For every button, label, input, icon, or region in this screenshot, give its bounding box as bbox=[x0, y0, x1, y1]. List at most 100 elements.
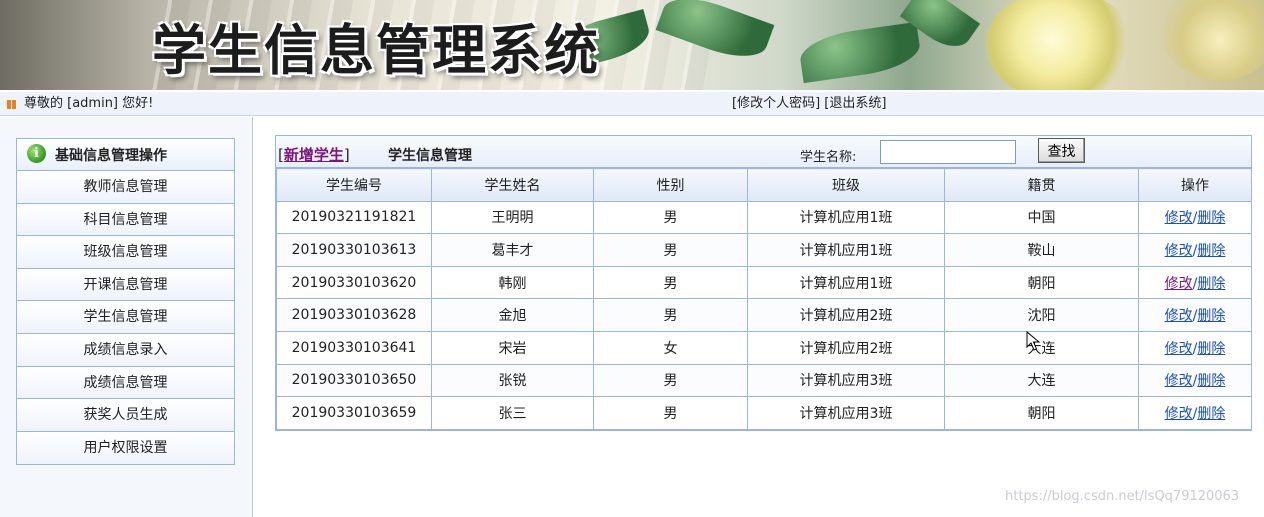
add-student-link[interactable]: 新增学生 bbox=[284, 146, 344, 164]
column-header-class: 班级 bbox=[747, 168, 945, 202]
search-label: 学生名称: bbox=[800, 150, 857, 165]
sidebar-item-awards[interactable]: 获奖人员生成 bbox=[17, 399, 234, 432]
cell-origin: 朝阳 bbox=[944, 265, 1139, 300]
table-row: 20190321191821 王明明男计算机应用1班 中国 修改/删除 bbox=[276, 200, 1252, 235]
rose-decoration bbox=[1160, 0, 1264, 80]
cell-actions: 修改/删除 bbox=[1138, 363, 1252, 398]
cell-origin: 朝阳 bbox=[944, 396, 1139, 430]
panel-toolbar: [新增学生] 学生信息管理 学生名称: 查找 bbox=[276, 136, 1251, 168]
delete-link[interactable]: 删除 bbox=[1197, 243, 1225, 259]
student-name-search-input[interactable] bbox=[880, 140, 1016, 164]
sidebar-item-courses[interactable]: 开课信息管理 bbox=[17, 268, 234, 302]
edit-link[interactable]: 修改 bbox=[1165, 373, 1193, 389]
cell-actions: 修改/删除 bbox=[1138, 330, 1252, 365]
edit-link[interactable]: 修改 bbox=[1165, 308, 1193, 324]
cell-student-id: 20190330103628 bbox=[276, 298, 432, 332]
cell-student-name: 葛丰才 bbox=[431, 233, 594, 267]
edit-link[interactable]: 修改 bbox=[1165, 243, 1193, 259]
column-header-actions: 操作 bbox=[1138, 168, 1252, 202]
student-table: 学生编号 学生姓名 性别 班级 籍贯 操作 20190321191821 王明明男… bbox=[276, 168, 1252, 430]
cell-actions: 修改/删除 bbox=[1138, 200, 1252, 235]
change-password-link[interactable]: [修改个人密码] bbox=[732, 96, 820, 111]
cell-student-name: 金旭 bbox=[431, 298, 594, 332]
cell-gender: 女 bbox=[593, 330, 748, 365]
panel-title: 学生信息管理 bbox=[388, 148, 472, 164]
cell-gender: 男 bbox=[593, 233, 748, 267]
bracket-close: ] bbox=[343, 146, 350, 164]
sidebar-item-teachers[interactable]: 教师信息管理 bbox=[17, 171, 234, 204]
cell-student-id: 20190330103613 bbox=[276, 233, 432, 267]
cell-class: 计算机应用1班 bbox=[747, 265, 945, 300]
cell-student-id: 20190330103659 bbox=[276, 396, 432, 430]
cell-student-name: 宋岩 bbox=[431, 330, 594, 365]
cell-student-name: 张锐 bbox=[431, 363, 594, 398]
cell-gender: 男 bbox=[593, 265, 748, 300]
delete-link[interactable]: 删除 bbox=[1197, 308, 1225, 324]
top-info-bar: 尊敬的 [admin] 您好! [修改个人密码] [退出系统] bbox=[0, 92, 1264, 116]
cell-gender: 男 bbox=[593, 396, 748, 430]
search-button[interactable]: 查找 bbox=[1038, 138, 1085, 163]
column-header-id: 学生编号 bbox=[276, 168, 432, 202]
cell-gender: 男 bbox=[593, 200, 748, 235]
edit-link[interactable]: 修改 bbox=[1165, 341, 1193, 357]
cell-actions: 修改/删除 bbox=[1138, 233, 1252, 267]
cell-gender: 男 bbox=[593, 298, 748, 332]
cell-student-name: 王明明 bbox=[431, 200, 594, 235]
sidebar-header: i 基础信息管理操作 bbox=[17, 139, 234, 171]
cell-student-id: 20190321191821 bbox=[276, 200, 432, 235]
cell-origin: 鞍山 bbox=[944, 233, 1139, 267]
bullet-icon bbox=[7, 100, 16, 109]
cell-student-id: 20190330103641 bbox=[276, 330, 432, 365]
cell-origin: 中国 bbox=[944, 200, 1139, 235]
table-row: 20190330103620 韩刚男计算机应用1班 朝阳 修改/删除 bbox=[276, 265, 1252, 300]
rose-decoration bbox=[985, 0, 1135, 90]
cell-gender: 男 bbox=[593, 363, 748, 398]
edit-link[interactable]: 修改 bbox=[1165, 406, 1193, 422]
edit-link[interactable]: 修改 bbox=[1165, 276, 1193, 292]
sidebar-item-grades[interactable]: 成绩信息管理 bbox=[17, 366, 234, 400]
sidebar-item-subjects[interactable]: 科目信息管理 bbox=[17, 203, 234, 237]
column-header-name: 学生姓名 bbox=[431, 168, 594, 202]
cell-class: 计算机应用2班 bbox=[747, 298, 945, 332]
cell-class: 计算机应用3班 bbox=[747, 396, 945, 430]
cell-class: 计算机应用3班 bbox=[747, 363, 945, 398]
sidebar-item-classes[interactable]: 班级信息管理 bbox=[17, 236, 234, 269]
cell-class: 计算机应用2班 bbox=[747, 330, 945, 365]
sidebar-item-permissions[interactable]: 用户权限设置 bbox=[17, 431, 234, 465]
sidebar-item-students[interactable]: 学生信息管理 bbox=[17, 301, 234, 334]
table-row: 20190330103628 金旭男计算机应用2班 沈阳 修改/删除 bbox=[276, 298, 1252, 332]
edit-link[interactable]: 修改 bbox=[1165, 210, 1193, 226]
leaf-decoration bbox=[797, 21, 923, 84]
sidebar-menu: i 基础信息管理操作 教师信息管理 科目信息管理 班级信息管理 开课信息管理 学… bbox=[16, 138, 235, 466]
table-row: 20190330103641 宋岩女计算机应用2班 大连 修改/删除 bbox=[276, 330, 1252, 365]
logout-link[interactable]: [退出系统] bbox=[824, 96, 886, 111]
cell-origin: 大连 bbox=[944, 363, 1139, 398]
column-header-origin: 籍贯 bbox=[944, 168, 1139, 202]
delete-link[interactable]: 删除 bbox=[1197, 406, 1225, 422]
cell-actions: 修改/删除 bbox=[1138, 396, 1252, 430]
student-management-panel: [新增学生] 学生信息管理 学生名称: 查找 学生编号 学生姓名 性别 班级 籍… bbox=[275, 135, 1252, 431]
welcome-text: 尊敬的 [admin] 您好! bbox=[24, 96, 154, 111]
cell-student-name: 张三 bbox=[431, 396, 594, 430]
delete-link[interactable]: 删除 bbox=[1197, 210, 1225, 226]
table-row: 20190330103659 张三男计算机应用3班 朝阳 修改/删除 bbox=[276, 396, 1252, 430]
cell-student-name: 韩刚 bbox=[431, 265, 594, 300]
table-header-row: 学生编号 学生姓名 性别 班级 籍贯 操作 bbox=[276, 168, 1252, 202]
cell-class: 计算机应用1班 bbox=[747, 233, 945, 267]
sidebar-item-grade-entry[interactable]: 成绩信息录入 bbox=[17, 333, 234, 367]
app-title: 学生信息管理系统 bbox=[152, 19, 600, 82]
cell-student-id: 20190330103620 bbox=[276, 265, 432, 300]
add-student-wrapper: [新增学生] bbox=[278, 144, 350, 165]
info-icon: i bbox=[27, 144, 46, 163]
header-banner: 学生信息管理系统 bbox=[0, 0, 1264, 90]
delete-link[interactable]: 删除 bbox=[1197, 341, 1225, 357]
sidebar: i 基础信息管理操作 教师信息管理 科目信息管理 班级信息管理 开课信息管理 学… bbox=[0, 117, 253, 517]
table-row: 20190330103613 葛丰才男计算机应用1班 鞍山 修改/删除 bbox=[276, 233, 1252, 267]
cell-actions: 修改/删除 bbox=[1138, 298, 1252, 332]
table-row: 20190330103650 张锐男计算机应用3班 大连 修改/删除 bbox=[276, 363, 1252, 398]
cell-class: 计算机应用1班 bbox=[747, 200, 945, 235]
cell-actions: 修改/删除 bbox=[1138, 265, 1252, 300]
cell-origin: 沈阳 bbox=[944, 298, 1139, 332]
delete-link[interactable]: 删除 bbox=[1197, 276, 1225, 292]
delete-link[interactable]: 删除 bbox=[1197, 373, 1225, 389]
